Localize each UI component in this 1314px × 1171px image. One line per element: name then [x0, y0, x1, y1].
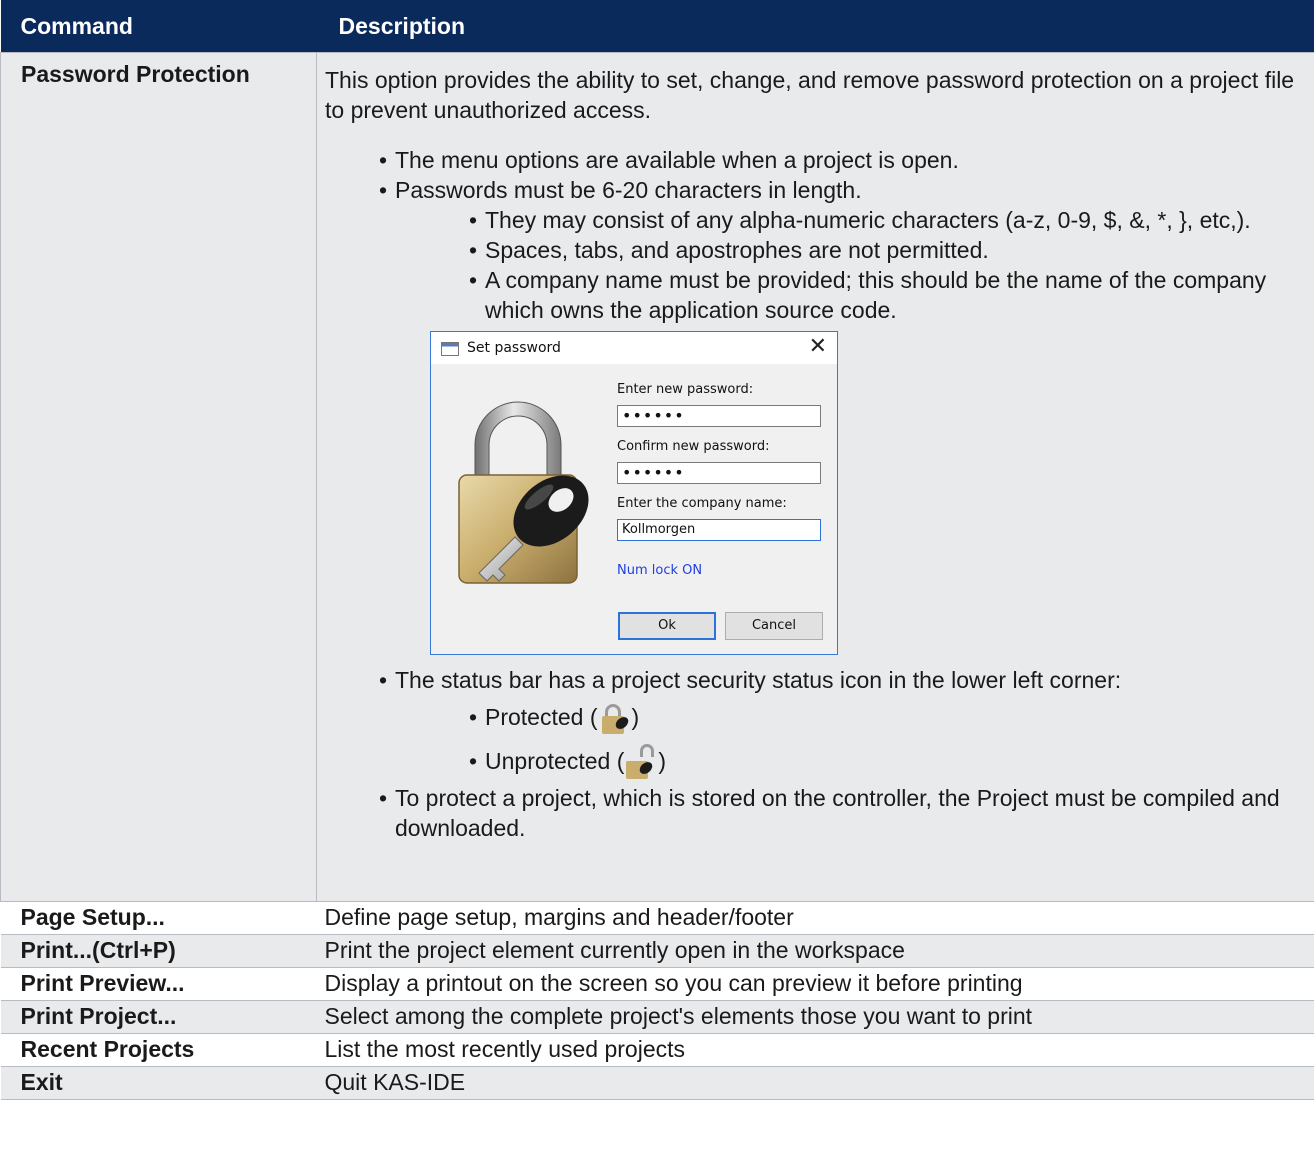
cancel-button[interactable]: Cancel — [725, 612, 823, 640]
list-item-text: Passwords must be 6-20 characters in len… — [395, 177, 862, 203]
description-cell: Display a printout on the screen so you … — [316, 967, 1314, 1001]
command-table: Command Description Password Protection … — [0, 0, 1314, 1100]
table-row: Recent Projects List the most recently u… — [0, 1033, 1314, 1067]
ok-button[interactable]: Ok — [618, 612, 716, 640]
description-cell: Quit KAS-IDE — [316, 1066, 1314, 1100]
description-cell: Print the project element currently open… — [316, 934, 1314, 968]
unprotected-label: Unprotected ( — [485, 748, 625, 774]
header-description: Description — [316, 0, 1314, 53]
confirm-password-field[interactable]: •••••• — [617, 462, 821, 484]
list-item: Spaces, tabs, and apostrophes are not pe… — [469, 235, 1300, 265]
company-name-label: Enter the company name: — [617, 496, 787, 511]
padlock-key-icon — [458, 401, 589, 584]
num-lock-status: Num lock ON — [617, 563, 703, 578]
bullet-list: The menu options are available when a pr… — [325, 145, 1300, 325]
bullet-list: The status bar has a project security st… — [325, 665, 1300, 843]
company-name-field[interactable]: Kollmorgen — [617, 519, 821, 541]
protected-label: Protected ( — [485, 704, 598, 730]
table-row: Print Preview... Display a printout on t… — [0, 967, 1314, 1001]
list-item: Unprotected ( ) — [469, 739, 1300, 783]
list-item: The status bar has a project security st… — [379, 665, 1300, 783]
close-paren: ) — [658, 748, 667, 774]
list-item: Protected ( ) — [469, 695, 1300, 739]
dialog-title-bar: Set password ✕ — [431, 332, 837, 364]
command-cell: Password Protection — [0, 52, 317, 902]
confirm-password-label: Confirm new password: — [617, 439, 770, 454]
close-paren: ) — [631, 704, 640, 730]
description-cell: Select among the complete project's elem… — [316, 1000, 1314, 1034]
description-cell: Define page setup, margins and header/fo… — [316, 901, 1314, 935]
new-password-field[interactable]: •••••• — [617, 405, 821, 427]
protected-lock-icon — [601, 703, 628, 734]
window-icon — [441, 342, 459, 356]
list-item: Passwords must be 6-20 characters in len… — [379, 175, 1300, 325]
command-cell: Print Preview... — [0, 967, 317, 1001]
header-command: Command — [0, 0, 317, 53]
command-cell: Page Setup... — [0, 901, 317, 935]
table-row: Print Project... Select among the comple… — [0, 1000, 1314, 1034]
description-cell: List the most recently used projects — [316, 1033, 1314, 1067]
list-item-text: The status bar has a project security st… — [395, 667, 1122, 693]
table-header: Command Description — [0, 0, 1314, 53]
command-cell: Print Project... — [0, 1000, 317, 1034]
list-item: To protect a project, which is stored on… — [379, 783, 1300, 843]
table-row: Page Setup... Define page setup, margins… — [0, 901, 1314, 935]
command-cell: Exit — [0, 1066, 317, 1100]
enter-password-label: Enter new password: — [617, 382, 754, 397]
sub-bullet-list: Protected ( ) Unprotected ( — [395, 695, 1300, 783]
sub-bullet-list: They may consist of any alpha-numeric ch… — [395, 205, 1300, 325]
table-row: Print...(Ctrl+P) Print the project eleme… — [0, 934, 1314, 968]
intro-text: This option provides the ability to set,… — [325, 67, 1295, 123]
list-item: They may consist of any alpha-numeric ch… — [469, 205, 1300, 235]
set-password-dialog: Set password ✕ Enter new password: •••••… — [430, 331, 838, 655]
dialog-title: Set password — [467, 340, 561, 356]
command-cell: Print...(Ctrl+P) — [0, 934, 317, 968]
table-row: Exit Quit KAS-IDE — [0, 1066, 1314, 1100]
close-icon[interactable]: ✕ — [809, 336, 827, 358]
list-item: A company name must be provided; this sh… — [469, 265, 1300, 325]
unprotected-lock-icon — [626, 743, 655, 779]
list-item: The menu options are available when a pr… — [379, 145, 1300, 175]
table-row: Password Protection This option provides… — [0, 52, 1314, 902]
command-cell: Recent Projects — [0, 1033, 317, 1067]
description-cell: This option provides the ability to set,… — [316, 52, 1314, 902]
